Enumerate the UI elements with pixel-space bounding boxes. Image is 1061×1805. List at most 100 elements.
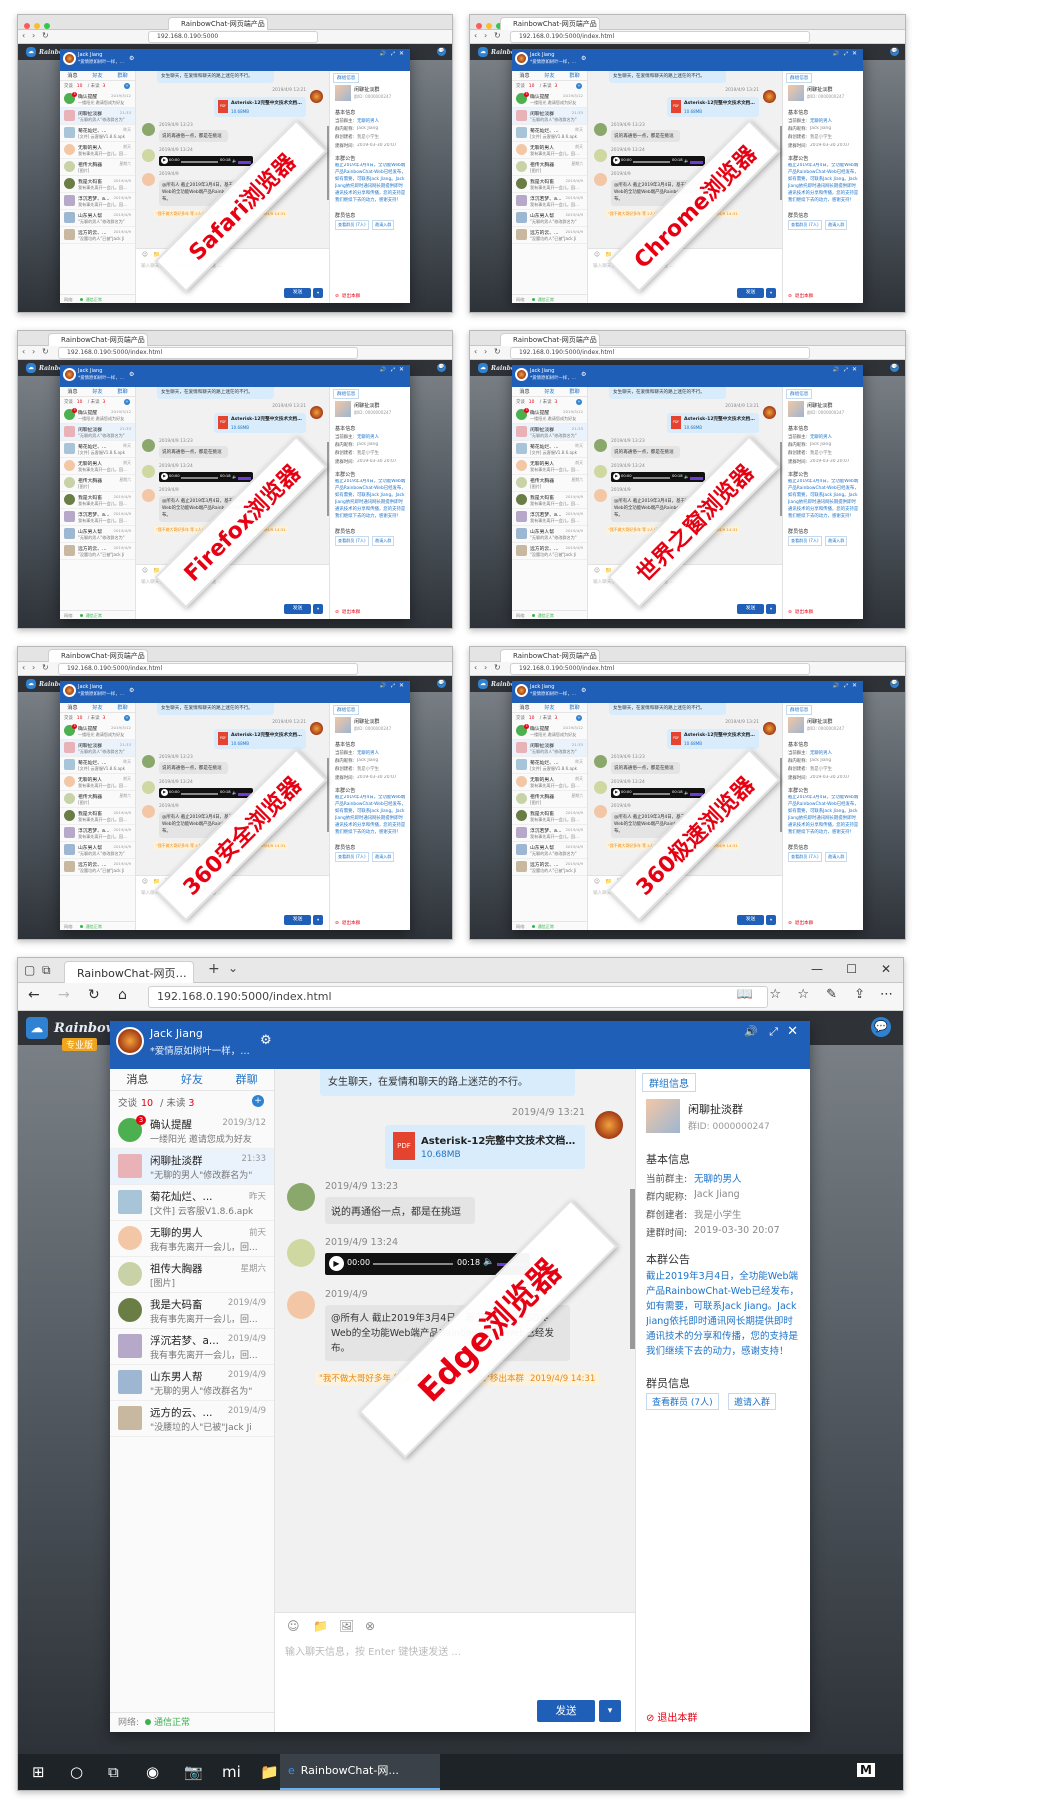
add-icon[interactable]: +	[576, 399, 582, 405]
window-icon[interactable]: ▢	[24, 963, 35, 977]
volume-icon[interactable]: 🔊	[744, 1025, 758, 1038]
forward-icon[interactable]: ›	[484, 663, 487, 672]
conversation-item[interactable]: 山东男人帮 2019/4/9 "无聊的男人"修改群名为"	[60, 210, 135, 227]
user-avatar[interactable]	[515, 52, 528, 65]
conversation-item[interactable]: 菊花灿烂、... 昨天 [文件] 云客服V1.8.6.apk	[512, 125, 587, 142]
message-scrollbar[interactable]	[780, 126, 782, 200]
send-button[interactable]: 发送	[284, 288, 311, 298]
back-icon[interactable]: ‹	[474, 347, 477, 356]
view-members-button[interactable]: 查看群员 (7人)	[788, 536, 822, 546]
forward-icon[interactable]: →	[58, 987, 70, 1003]
message-scrollbar[interactable]	[327, 126, 329, 200]
maximize-icon[interactable]: ⤢	[844, 367, 848, 374]
tab-friends[interactable]: 好友	[85, 387, 110, 396]
browser-tab[interactable]: RainbowChat-网页端产品	[500, 17, 600, 30]
conversation-item[interactable]: 浮沉若梦、a... 2019/4/9 我有事先离开一会儿，回...	[110, 1329, 274, 1365]
invite-button[interactable]: 邀请入群	[372, 536, 395, 546]
tab-messages[interactable]: 消息	[110, 1069, 165, 1090]
chat-fab-button[interactable]: 💬	[890, 47, 899, 56]
conversation-item[interactable]: 祖传大胸器 星期六 [图片]	[512, 791, 587, 808]
quit-group-button[interactable]: ⊘ 退出本群	[788, 293, 813, 299]
conversation-item[interactable]: 闲聊扯淡群 21:33 "无聊的男人"修改群名为"	[60, 740, 135, 757]
refresh-icon[interactable]: ↻	[494, 31, 501, 40]
refresh-icon[interactable]: ↻	[42, 347, 49, 356]
user-avatar[interactable]	[116, 1027, 144, 1055]
folder-icon[interactable]: 📁	[605, 879, 612, 885]
taskbar-active-app[interactable]: e RainbowChat-网...	[280, 1754, 440, 1790]
message-input[interactable]: 输入聊天信息，按 Enter 键快速发送 ...	[285, 1643, 625, 1658]
url-field[interactable]: 192.168.0.190:5000/index.html	[510, 31, 810, 43]
refresh-icon[interactable]: ↻	[494, 663, 501, 672]
conversation-item[interactable]: 闲聊扯淡群 21:33 "无聊的男人"修改群名为"	[512, 740, 587, 757]
folder-icon[interactable]: 📁	[313, 1619, 328, 1633]
url-field[interactable]: 192.168.0.190:5000/index.html	[510, 663, 810, 675]
chat-fab-button[interactable]: 💬	[437, 363, 446, 372]
input-method-icon[interactable]: M	[857, 1763, 875, 1777]
settings-gear-icon[interactable]: ⚙	[129, 55, 134, 62]
close-icon[interactable]: ✕	[399, 366, 404, 373]
message-scrollbar[interactable]	[327, 758, 329, 832]
conversation-item[interactable]: 我是大码畜 2019/4/9 我有事先离开一会儿，回...	[60, 176, 135, 193]
view-members-button[interactable]: 查看群员 (7人)	[788, 220, 822, 230]
tab-groups[interactable]: 群聊	[110, 71, 135, 80]
conversation-item[interactable]: 无聊的男人 前天 我有事先离开一会儿，回...	[60, 142, 135, 159]
favorite-icon[interactable]: ☆	[769, 987, 781, 1002]
send-button[interactable]: 发送	[737, 288, 764, 298]
audio-player[interactable]: ▶ 00:00 00:18 🔈	[159, 156, 253, 166]
back-icon[interactable]: ←	[28, 987, 40, 1003]
invite-button[interactable]: 邀请入群	[825, 536, 848, 546]
send-options-dropdown[interactable]: ▾	[313, 604, 323, 614]
volume-icon[interactable]: 🔊	[833, 683, 839, 689]
conversation-item[interactable]: 浮沉若梦、a... 2019/4/9 我有事先离开一会儿，回...	[60, 509, 135, 526]
send-options-dropdown[interactable]: ▾	[766, 915, 776, 925]
conversation-item[interactable]: 菊花灿烂、... 昨天 [文件] 云客服V1.8.6.apk	[60, 441, 135, 458]
conversation-item[interactable]: 菊花灿烂、... 昨天 [文件] 云客服V1.8.6.apk	[110, 1185, 274, 1221]
conversation-item[interactable]: 3 确认提醒 2019/3/12 一缕阳光 邀请您成为好友	[110, 1113, 274, 1149]
emoji-icon[interactable]: ☺	[594, 568, 600, 574]
tab-messages[interactable]: 消息	[60, 703, 85, 712]
tab-group-info[interactable]: 群组信息	[333, 389, 360, 399]
conversation-item[interactable]: 闲聊扯淡群 21:33 "无聊的男人"修改群名为"	[512, 424, 587, 441]
audio-volume-icon[interactable]: 🔈	[684, 158, 689, 164]
send-button[interactable]: 发送	[284, 604, 311, 614]
tab-friends[interactable]: 好友	[85, 703, 110, 712]
file-message[interactable]: PDF Asterisk-12完整中文技术文档... 10.68MB	[385, 1125, 585, 1169]
mi-icon[interactable]: mi	[222, 1763, 241, 1781]
back-icon[interactable]: ‹	[22, 663, 25, 672]
tab-group-info[interactable]: 群组信息	[333, 73, 360, 83]
conversation-item[interactable]: 我是大码畜 2019/4/9 我有事先离开一会儿，回...	[110, 1293, 274, 1329]
close-dot[interactable]	[476, 23, 482, 29]
forward-icon[interactable]: ›	[32, 347, 35, 356]
emoji-icon[interactable]: ☺	[287, 1619, 300, 1633]
message-scrollbar[interactable]	[780, 442, 782, 516]
send-options-dropdown[interactable]: ▾	[766, 288, 776, 298]
close-icon[interactable]: ✕	[787, 1024, 798, 1039]
conversation-item[interactable]: 祖传大胸器 星期六 [图片]	[60, 475, 135, 492]
conversation-item[interactable]: 无聊的男人 前天 我有事先离开一会儿，回...	[512, 774, 587, 791]
quit-group-button[interactable]: ⊘ 退出本群	[335, 609, 360, 615]
tab-messages[interactable]: 消息	[512, 387, 537, 396]
conversation-item[interactable]: 远方的云、... 2019/4/9 "没腰垃的人"已被"Jack Ji	[60, 859, 135, 876]
volume-icon[interactable]: 🔊	[833, 51, 839, 57]
conversation-item[interactable]: 菊花灿烂、... 昨天 [文件] 云客服V1.8.6.apk	[60, 757, 135, 774]
close-icon[interactable]: ✕	[852, 682, 857, 689]
close-icon[interactable]: ✕	[399, 682, 404, 689]
tab-messages[interactable]: 消息	[512, 71, 537, 80]
browser-tab[interactable]: RainbowChat-网页端产品	[500, 333, 600, 346]
add-icon[interactable]: +	[576, 83, 582, 89]
tab-group-info[interactable]: 群组信息	[786, 705, 813, 715]
conversation-item[interactable]: 闲聊扯淡群 21:33 "无聊的男人"修改群名为"	[60, 424, 135, 441]
emoji-icon[interactable]: ☺	[142, 568, 148, 574]
back-icon[interactable]: ‹	[22, 31, 25, 40]
conversation-item[interactable]: 山东男人帮 2019/4/9 "无聊的男人"修改群名为"	[512, 210, 587, 227]
conversation-item[interactable]: 山东男人帮 2019/4/9 "无聊的男人"修改群名为"	[512, 842, 587, 859]
close-icon[interactable]: ✕	[852, 366, 857, 373]
tab-messages[interactable]: 消息	[60, 387, 85, 396]
audio-player[interactable]: ▶ 00:00 00:18 🔈	[611, 788, 705, 798]
conversation-item[interactable]: 3 确认提醒 2019/3/12 一缕阳光 邀请您成为好友	[60, 723, 135, 740]
conversation-item[interactable]: 我是大码畜 2019/4/9 我有事先离开一会儿，回...	[512, 808, 587, 825]
reading-icon[interactable]: 📖	[737, 987, 753, 1002]
home-icon[interactable]: ⌂	[118, 987, 127, 1003]
tab-friends[interactable]: 好友	[85, 71, 110, 80]
view-members-button[interactable]: 查看群员 (7人)	[788, 852, 822, 862]
